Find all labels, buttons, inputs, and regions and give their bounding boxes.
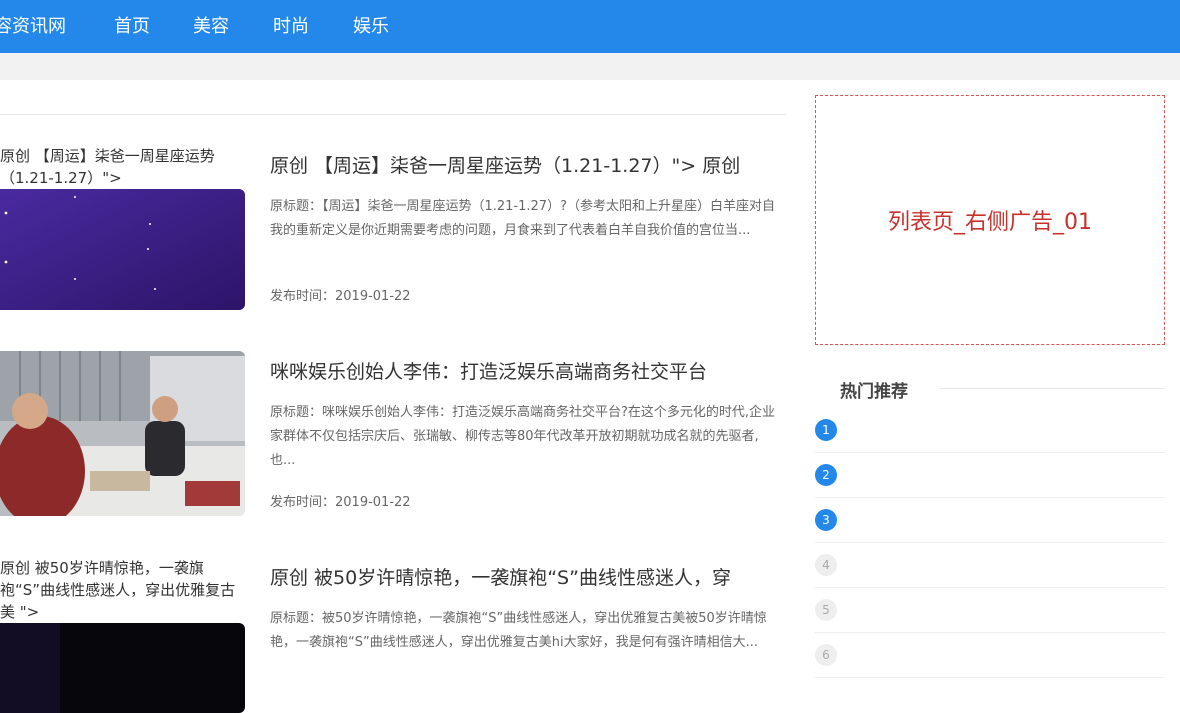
rank-badge: 5 bbox=[815, 599, 837, 621]
hot-list-item[interactable]: 3 bbox=[815, 506, 1165, 551]
hot-item-divider bbox=[815, 632, 1165, 633]
article-title[interactable]: 原创 被50岁许晴惊艳，一袭旗袍“S”曲线性感迷人，穿 bbox=[270, 563, 780, 590]
rank-badge: 1 bbox=[815, 419, 837, 441]
article-thumb-caption[interactable]: 原创 【周运】柒爸一周星座运势（1.21-1.27）"> bbox=[0, 145, 250, 189]
rank-badge: 4 bbox=[815, 554, 837, 576]
hot-item-divider bbox=[815, 497, 1165, 498]
article-date: 发布时间：2019-01-22 bbox=[270, 495, 411, 510]
hot-list-item[interactable]: 5 bbox=[815, 596, 1165, 641]
nav-fashion[interactable]: 时尚 bbox=[273, 12, 309, 38]
rank-badge: 3 bbox=[815, 509, 837, 531]
office-meeting-photo bbox=[0, 351, 245, 516]
list-top-divider bbox=[0, 114, 786, 115]
hot-list-item[interactable]: 2 bbox=[815, 461, 1165, 506]
hot-section-title: 热门推荐 bbox=[840, 382, 908, 402]
hot-list-item[interactable]: 6 bbox=[815, 641, 1165, 686]
hot-list-item[interactable]: 4 bbox=[815, 551, 1165, 596]
article-summary: 原标题：【周运】柒爸一周星座运势（1.21-1.27）?（参考太阳和上升星座）白… bbox=[270, 199, 775, 238]
sub-bar bbox=[0, 53, 1180, 80]
top-navbar: 容资讯网 首页 美容 时尚 娱乐 bbox=[0, 0, 1180, 53]
article-thumbnail[interactable] bbox=[0, 351, 245, 516]
article-thumb-caption[interactable]: 原创 被50岁许晴惊艳，一袭旗袍“S”曲线性感迷人，穿出优雅复古美 "> bbox=[0, 557, 250, 623]
hot-item-divider bbox=[815, 542, 1165, 543]
hot-item-divider bbox=[815, 677, 1165, 678]
site-name[interactable]: 容资讯网 bbox=[0, 12, 66, 38]
starry-sky-image bbox=[0, 189, 245, 310]
hot-item-divider bbox=[815, 587, 1165, 588]
nav-home[interactable]: 首页 bbox=[114, 12, 150, 38]
article-thumbnail[interactable] bbox=[0, 189, 245, 310]
article-summary: 原标题：被50岁许晴惊艳，一袭旗袍“S”曲线性感迷人，穿出优雅复古美被50岁许晴… bbox=[270, 611, 767, 650]
hot-list-item[interactable]: 1 bbox=[815, 416, 1165, 461]
ad-text: 列表页_右侧广告_01 bbox=[888, 210, 1092, 235]
rank-badge: 2 bbox=[815, 464, 837, 486]
article-title[interactable]: 咪咪娱乐创始人李伟：打造泛娱乐高端商务社交平台 bbox=[270, 357, 780, 384]
article-summary: 原标题：咪咪娱乐创始人李伟：打造泛娱乐高端商务社交平台?在这个多元化的时代,企业… bbox=[270, 405, 776, 468]
article-date: 发布时间：2019-01-22 bbox=[270, 289, 411, 304]
hot-title-divider bbox=[940, 388, 1165, 389]
nav-entertainment[interactable]: 娱乐 bbox=[353, 12, 389, 38]
article-title[interactable]: 原创 【周运】柒爸一周星座运势（1.21-1.27）"> 原创 bbox=[270, 151, 780, 178]
nav-beauty[interactable]: 美容 bbox=[193, 12, 229, 38]
rank-badge: 6 bbox=[815, 644, 837, 666]
sidebar-ad[interactable]: 列表页_右侧广告_01 bbox=[815, 95, 1165, 345]
hot-item-divider bbox=[815, 452, 1165, 453]
